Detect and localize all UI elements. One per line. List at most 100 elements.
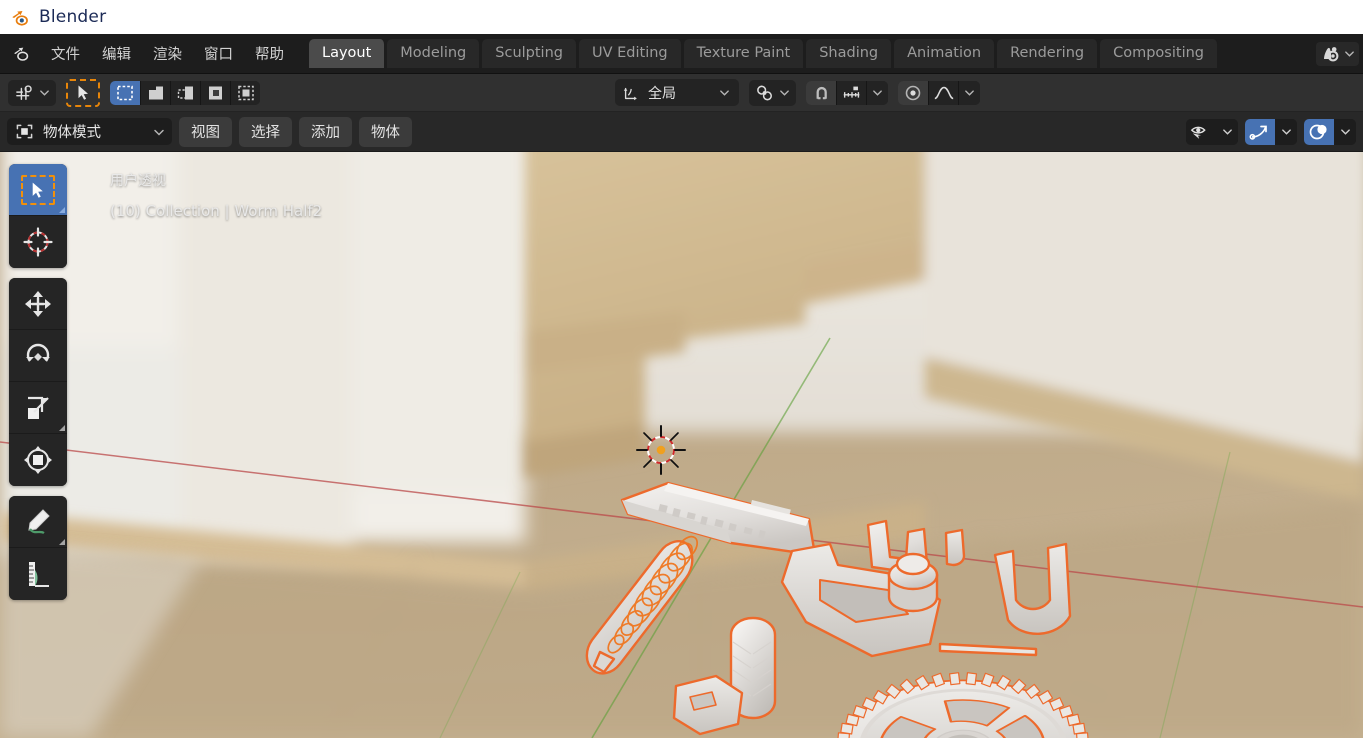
select-mode-intersect[interactable] [230,80,260,105]
move-icon [25,290,51,317]
proportional-edit-icon[interactable] [898,80,928,105]
toolbar-group-select [9,164,67,268]
menu-help[interactable]: 帮助 [244,39,295,68]
measure-ruler-icon [29,562,49,587]
3d-cursor-icon [636,425,686,475]
viewport-header-right [1186,118,1356,145]
viewport-toolbar [9,164,67,610]
scene-viewlayer-icon [1320,45,1342,63]
tab-shading[interactable]: Shading [806,39,893,68]
tool-measure[interactable] [9,548,67,600]
chevron-down-icon [779,87,790,98]
proportional-editing-group [898,80,980,105]
chevron-down-icon [964,87,975,98]
vp-menu-select[interactable]: 选择 [239,116,292,147]
viewport-info-text: 用户透视 (10) Collection | Worm Half2 [110,166,322,226]
tab-texture-paint[interactable]: Texture Paint [683,39,805,68]
tool-transform[interactable] [9,434,67,486]
tool-select-box[interactable] [9,164,67,216]
visibility-selectability-control [1186,118,1238,145]
gizmo-chevron[interactable] [1275,118,1297,145]
snap-increment-icon[interactable] [836,80,866,105]
tab-compositing[interactable]: Compositing [1100,39,1218,68]
select-mode-subtract[interactable] [170,80,200,105]
transform-orientation-value: 全局 [648,85,676,102]
transform-icon [24,446,52,474]
blender-menu-logo-icon[interactable] [8,41,34,67]
menu-render[interactable]: 渲染 [142,39,193,68]
tool-options-button[interactable] [8,79,56,106]
blender-logo-icon [10,7,31,28]
tab-layout[interactable]: Layout [309,39,386,68]
window-title: Blender [39,7,107,27]
object-mode-icon [15,123,34,140]
transform-orientation-icon [622,84,640,102]
tab-uv-editing[interactable]: UV Editing [578,39,682,68]
viewport-scene-label: (10) Collection | Worm Half2 [110,202,323,220]
pivot-point-dropdown[interactable] [749,79,796,106]
select-box-dashed-frame [21,174,55,205]
tool-sub-indicator [59,207,65,213]
tab-rendering[interactable]: Rendering [997,39,1099,68]
tab-sculpting[interactable]: Sculpting [482,39,577,68]
menu-edit[interactable]: 编辑 [91,39,142,68]
chevron-down-icon [39,87,50,98]
tool-sub-indicator [59,539,65,545]
rotate-icon [26,343,50,362]
interaction-mode-dropdown[interactable]: 物体模式 [7,118,172,145]
chevron-down-icon [719,87,730,98]
chevron-down-icon [1344,48,1355,59]
vp-menu-add[interactable]: 添加 [299,116,352,147]
menu-file[interactable]: 文件 [40,39,91,68]
tool-sub-indicator [59,425,65,431]
falloff-chevron[interactable] [958,80,980,105]
tool-cursor[interactable] [9,216,67,268]
overlays-icon[interactable] [1304,118,1334,145]
tool-settings-header: 全局 [0,74,1363,112]
scale-icon [28,396,49,419]
select-mode-extend[interactable] [140,80,170,105]
tool-scale[interactable] [9,382,67,434]
tool-move[interactable] [9,278,67,330]
select-mode-invert[interactable] [200,80,230,105]
gizmo-icon[interactable] [1245,118,1275,145]
visibility-chevron[interactable] [1216,118,1238,145]
menu-window[interactable]: 窗口 [193,39,244,68]
tool-annotate[interactable] [9,496,67,548]
select-mode-group [110,80,260,105]
viewport-perspective-label: 用户透视 [110,173,166,189]
scene-selector[interactable] [1316,41,1359,66]
tab-animation[interactable]: Animation [894,39,996,68]
blender-window: Blender 文件 编辑 渲染 窗口 帮助 Layout Modeling S… [0,0,1363,738]
snap-options-chevron[interactable] [866,80,888,105]
eye-cursor-icon[interactable] [1186,118,1216,145]
toolbar-group-transform [9,278,67,486]
transform-orientation-dropdown[interactable]: 全局 [615,79,739,106]
show-overlays-control [1304,118,1356,145]
topbar: 文件 编辑 渲染 窗口 帮助 Layout Modeling Sculpting… [0,34,1363,74]
tool-options-icon [14,84,36,102]
pivot-point-icon [755,84,776,102]
show-gizmo-control [1245,118,1297,145]
workspace-tabs: Layout Modeling Sculpting UV Editing Tex… [309,39,1218,68]
vp-menu-object[interactable]: 物体 [359,116,412,147]
interaction-mode-value: 物体模式 [43,125,101,141]
3d-viewport[interactable]: 用户透视 (10) Collection | Worm Half2 [0,152,1363,738]
snapping-group [806,80,888,105]
main-menus: 文件 编辑 渲染 窗口 帮助 [40,39,295,68]
overlays-chevron[interactable] [1334,118,1356,145]
active-tool-indicator[interactable] [66,78,100,107]
window-titlebar: Blender [0,0,1363,34]
cursor-3d-icon [23,227,53,257]
tab-modeling[interactable]: Modeling [387,39,481,68]
chevron-down-icon [872,87,883,98]
magnet-icon[interactable] [806,80,836,105]
falloff-smooth-icon[interactable] [928,80,958,105]
select-mode-set[interactable] [110,80,140,105]
viewport-header: 物体模式 视图 选择 添加 物体 [0,112,1363,152]
vp-menu-view[interactable]: 视图 [179,116,232,147]
toolbar-group-annotate [9,496,67,600]
tool-rotate[interactable] [9,330,67,382]
annotate-pencil-icon [28,508,50,534]
topbar-right [1316,41,1363,66]
